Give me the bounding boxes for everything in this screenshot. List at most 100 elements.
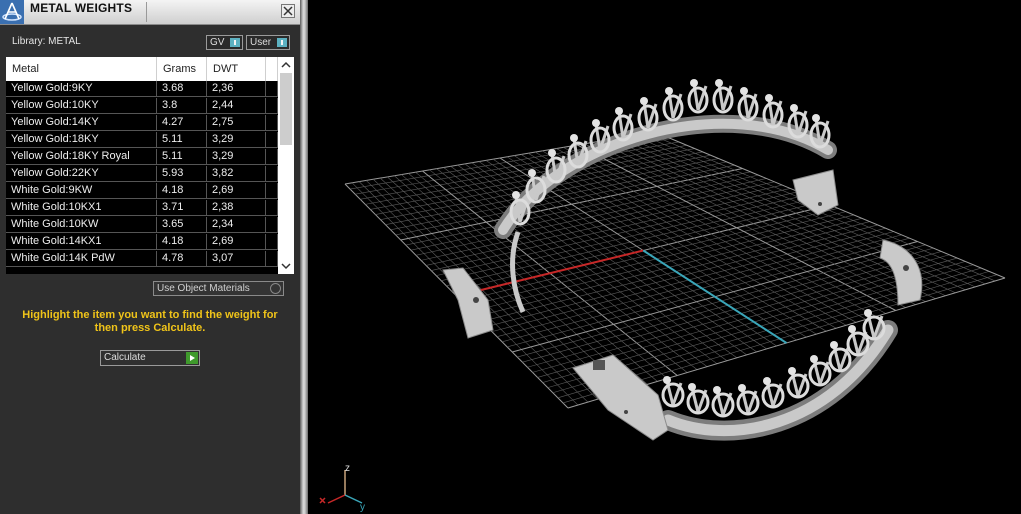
- table-row[interactable]: Yellow Gold:14KY 4.27 2,75: [6, 115, 278, 131]
- prong-tip: [810, 355, 818, 363]
- extra-cell: [266, 183, 278, 199]
- panel-title: METAL WEIGHTS: [30, 1, 133, 15]
- grid-line: [598, 141, 926, 302]
- prong-tip: [765, 94, 773, 102]
- metal-cell: White Gold:10KW: [6, 217, 157, 233]
- table-row[interactable]: White Gold:10KX1 3.71 2,38: [6, 200, 278, 216]
- table-row[interactable]: Yellow Gold:9KY 3.68 2,36: [6, 81, 278, 97]
- shank-hole: [473, 297, 479, 303]
- grams-cell: 3.68: [157, 81, 207, 97]
- column-header-grams[interactable]: Grams: [157, 57, 207, 81]
- dwt-cell: 2,36: [207, 81, 266, 97]
- table-row[interactable]: Yellow Gold:18KY Royal 5.11 3,29: [6, 149, 278, 165]
- table-row[interactable]: White Gold:9KW 4.18 2,69: [6, 183, 278, 199]
- prong-tip: [690, 79, 698, 87]
- grams-cell: 3.71: [157, 200, 207, 216]
- radio-icon[interactable]: [270, 283, 281, 294]
- grid-line: [633, 135, 976, 288]
- title-divider: [146, 2, 147, 22]
- prong-tip: [512, 191, 520, 199]
- instructions-text: Highlight the item you want to find the …: [22, 309, 278, 334]
- axis-gizmo-x-mark: [319, 497, 326, 504]
- gv-library-toggle[interactable]: GV: [206, 35, 243, 50]
- shank-end-front[interactable]: [572, 354, 669, 441]
- ring-model-scene[interactable]: zy: [308, 0, 1021, 514]
- close-icon: [283, 6, 293, 16]
- metal-cell: Yellow Gold:18KY Royal: [6, 149, 157, 165]
- axis-label-z: z: [345, 463, 350, 474]
- table-row[interactable]: White Gold:10KW 3.65 2,34: [6, 217, 278, 233]
- extra-cell: [266, 81, 278, 97]
- grams-cell: 5.93: [157, 166, 207, 182]
- extra-cell: [266, 98, 278, 114]
- table-row[interactable]: Yellow Gold:22KY 5.93 3,82: [6, 166, 278, 182]
- scroll-up-icon[interactable]: [278, 57, 294, 73]
- metal-cell: White Gold:9KW: [6, 183, 157, 199]
- dwt-cell: 2,75: [207, 115, 266, 131]
- shank-end-back-right[interactable]: [792, 169, 839, 216]
- shank-hole: [593, 360, 605, 370]
- prong-tip: [592, 119, 600, 127]
- prong-tip: [848, 325, 856, 333]
- table-row[interactable]: White Gold:14KX1 4.18 2,69: [6, 234, 278, 250]
- extra-cell: [266, 166, 278, 182]
- prong-tip: [740, 87, 748, 95]
- prong-tip: [688, 383, 696, 391]
- table-row[interactable]: Yellow Gold:18KY 5.11 3,29: [6, 132, 278, 148]
- grams-cell: 4.27: [157, 115, 207, 131]
- axis-label-y: y: [360, 502, 365, 513]
- scrollbar-thumb[interactable]: [280, 73, 292, 145]
- prong-tip: [570, 134, 578, 142]
- column-header-metal[interactable]: Metal: [6, 57, 157, 81]
- column-header-dwt[interactable]: DWT: [207, 57, 266, 81]
- axis-gizmo-x: [327, 494, 346, 504]
- use-object-materials-option[interactable]: Use Object Materials: [153, 281, 284, 296]
- metal-cell: Yellow Gold:18KY: [6, 132, 157, 148]
- shank-end-left[interactable]: [442, 267, 494, 339]
- prong-tip: [812, 114, 820, 122]
- extra-cell: [266, 234, 278, 250]
- prong-tip: [763, 377, 771, 385]
- grams-cell: 3.65: [157, 217, 207, 233]
- table-row[interactable]: White Gold:14K PdW 4.78 3,07: [6, 251, 278, 267]
- shank-hole: [903, 265, 909, 271]
- prong-tip: [663, 376, 671, 384]
- metal-cell: White Gold:14KX1: [6, 234, 157, 250]
- app-logo-icon: [0, 0, 24, 24]
- calculate-button[interactable]: Calculate: [100, 350, 200, 366]
- prong-tip: [738, 384, 746, 392]
- dwt-cell: 3,07: [207, 251, 266, 267]
- grid-line: [542, 150, 847, 326]
- prong-tip: [548, 149, 556, 157]
- scroll-down-icon[interactable]: [278, 258, 294, 274]
- table-row[interactable]: Yellow Gold:10KY 3.8 2,44: [6, 98, 278, 114]
- table-body: Yellow Gold:9KY 3.68 2,36 Yellow Gold:10KY 3…: [6, 81, 278, 274]
- dwt-cell: 2,69: [207, 234, 266, 250]
- 3d-viewport[interactable]: zy: [308, 0, 1021, 514]
- prong-tip: [640, 97, 648, 105]
- metal-cell: Yellow Gold:22KY: [6, 166, 157, 182]
- grams-cell: 4.78: [157, 251, 207, 267]
- dwt-cell: 2,34: [207, 217, 266, 233]
- metal-cell: White Gold:10KX1: [6, 200, 157, 216]
- metal-weights-panel: METAL WEIGHTS Library: METAL GV User Met…: [0, 0, 300, 514]
- dwt-cell: 2,69: [207, 183, 266, 199]
- x-axis-line: [456, 249, 644, 297]
- calculate-label: Calculate: [104, 352, 146, 363]
- prong-tip: [790, 104, 798, 112]
- shank-hole: [818, 202, 822, 206]
- metal-cell: White Gold:14K PdW: [6, 251, 157, 267]
- grams-cell: 4.18: [157, 234, 207, 250]
- user-toggle-label: User: [250, 37, 272, 48]
- gv-toggle-label: GV: [210, 37, 225, 48]
- metal-cell: Yellow Gold:9KY: [6, 81, 157, 97]
- panel-splitter[interactable]: [300, 0, 308, 514]
- user-library-toggle[interactable]: User: [246, 35, 290, 50]
- panel-titlebar[interactable]: METAL WEIGHTS: [0, 0, 300, 25]
- column-header-extra: [266, 57, 278, 81]
- close-button[interactable]: [281, 4, 295, 18]
- table-scrollbar[interactable]: [278, 57, 294, 274]
- table-header: Metal Grams DWT: [6, 57, 278, 81]
- grams-cell: 3.8: [157, 98, 207, 114]
- prong-tip: [615, 107, 623, 115]
